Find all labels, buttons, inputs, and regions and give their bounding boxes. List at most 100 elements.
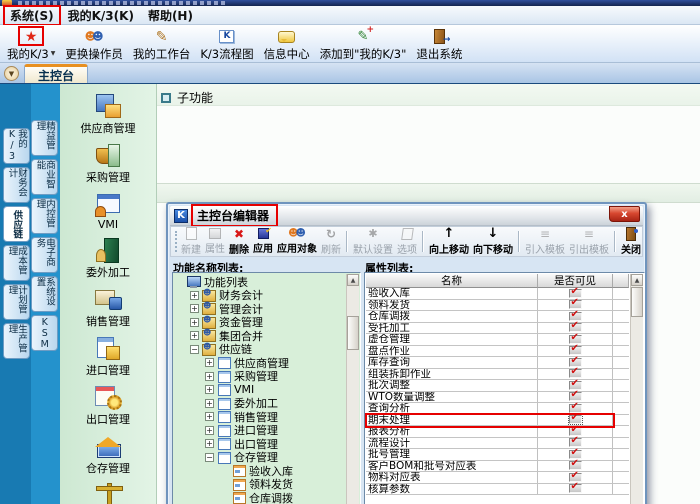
- sidebar-tab[interactable]: 商业智能: [31, 159, 58, 195]
- sidebar-tab[interactable]: 我的K/3: [3, 128, 30, 164]
- tree-expander[interactable]: +: [205, 399, 214, 408]
- dialog-titlebar[interactable]: K 主控台编辑器 x: [170, 206, 643, 226]
- tab-dropdown-button[interactable]: ▼: [4, 66, 19, 81]
- list-row[interactable]: 盘点作业: [366, 346, 629, 358]
- list-cell-extra: [613, 311, 629, 322]
- tree-item[interactable]: + 采购管理: [175, 370, 345, 384]
- sidebar-tab[interactable]: 系统设置: [31, 276, 58, 312]
- menu-item[interactable]: 系统(S): [3, 5, 61, 26]
- tree-expander[interactable]: +: [190, 318, 199, 327]
- dialog-toolbar-button[interactable]: 应用: [251, 228, 275, 255]
- list-row[interactable]: 查询分析: [366, 403, 629, 415]
- tree-expander[interactable]: +: [205, 426, 214, 435]
- tree-expander[interactable]: +: [205, 385, 214, 394]
- scroll-up-button[interactable]: [631, 274, 643, 286]
- list-row[interactable]: 仓库调拨: [366, 311, 629, 323]
- list-row[interactable]: 受托加工: [366, 323, 629, 335]
- tree-item[interactable]: 仓库调拨: [175, 491, 345, 504]
- toolbar-button[interactable]: 我的工作台▼: [128, 28, 196, 62]
- list-row[interactable]: 流程设计: [366, 438, 629, 450]
- visible-checkbox[interactable]: [569, 484, 582, 493]
- list-row[interactable]: 库存查询: [366, 357, 629, 369]
- toolbar-button[interactable]: 更换操作员▼: [60, 28, 128, 62]
- dialog-toolbar-button[interactable]: 向上移动: [427, 228, 471, 255]
- tree-expander[interactable]: +: [190, 304, 199, 313]
- dialog-toolbar-button[interactable]: 属性: [203, 228, 227, 255]
- subfunction-header-band: [157, 84, 700, 106]
- apply-object-icon: [288, 228, 306, 239]
- list-row[interactable]: 组装拆卸作业: [366, 369, 629, 381]
- menu-item[interactable]: 帮助(H): [141, 6, 200, 25]
- column-header-name[interactable]: 名称: [366, 274, 538, 288]
- sidebar-tab[interactable]: KSM: [31, 315, 58, 351]
- sidebar-tab[interactable]: 电子商务: [31, 237, 58, 273]
- list-row[interactable]: 报表分析: [366, 426, 629, 438]
- dialog-toolbar-button[interactable]: 刷新: [319, 228, 343, 255]
- sidebar-tab[interactable]: 内控管理: [31, 198, 58, 234]
- list-row[interactable]: 核算参数: [366, 484, 629, 496]
- module-item[interactable]: 委外加工: [86, 237, 130, 280]
- dialog-toolbar-button[interactable]: 默认设置: [351, 228, 395, 255]
- tree-expander[interactable]: +: [190, 331, 199, 340]
- module-item[interactable]: 销售管理: [86, 286, 130, 329]
- tree-item[interactable]: + 集团合并: [175, 329, 345, 343]
- toolbar-button[interactable]: 我的K/3▼: [2, 28, 60, 62]
- module-item[interactable]: VMI: [94, 191, 122, 231]
- module-item[interactable]: 仓存管理: [86, 433, 130, 476]
- list-vertical-scrollbar[interactable]: [630, 274, 643, 504]
- scroll-thumb[interactable]: [631, 287, 643, 317]
- list-cell-extra: [613, 392, 629, 403]
- sidebar-outer-tabs: 精益管理商业智能内控管理电子商务系统设置 KSM: [31, 120, 58, 351]
- list-row[interactable]: 领料发货: [366, 300, 629, 312]
- list-row[interactable]: WTO数量调整: [366, 392, 629, 404]
- dialog-toolbar-button[interactable]: 引出模板: [567, 228, 611, 255]
- sidebar-tab[interactable]: 计划管理: [3, 284, 30, 320]
- tree-vertical-scrollbar[interactable]: [346, 274, 359, 504]
- dropdown-caret-icon[interactable]: ▼: [51, 50, 56, 57]
- dialog-toolbar-button[interactable]: 应用对象: [275, 228, 319, 255]
- dialog-toolbar-button-label: 引入模板: [525, 241, 565, 256]
- list-row[interactable]: 虚仓管理: [366, 334, 629, 346]
- sidebar-tab[interactable]: 成本管理: [3, 245, 30, 281]
- list-row[interactable]: 客户BOM和批号对应表: [366, 461, 629, 473]
- list-row[interactable]: 物料对应表: [366, 472, 629, 484]
- list-row[interactable]: 批次调整: [366, 380, 629, 392]
- module-item[interactable]: 质量管理: [86, 482, 130, 504]
- sidebar-tab[interactable]: 生产管理: [3, 323, 30, 359]
- dialog-toolbar-button[interactable]: 关闭: [619, 228, 643, 255]
- tab-main-console[interactable]: 主控台: [24, 64, 88, 83]
- tab-row: ▼ 主控台: [0, 63, 700, 84]
- sidebar-tab-label: 生产管理: [7, 324, 26, 358]
- list-row[interactable]: 验收入库: [366, 288, 629, 300]
- sidebar-tab[interactable]: 财务会计: [3, 167, 30, 203]
- tree-expander[interactable]: −: [190, 345, 199, 354]
- scroll-up-button[interactable]: [347, 274, 359, 286]
- tree-indent: [175, 416, 205, 417]
- dialog-toolbar-button[interactable]: 引入模板: [523, 228, 567, 255]
- toolbar-button[interactable]: 添加到"我的K/3"▼: [315, 28, 412, 62]
- tree-expander[interactable]: −: [205, 453, 214, 462]
- list-row[interactable]: 批号管理: [366, 449, 629, 461]
- toolbar-button[interactable]: K/3流程图▼: [195, 28, 258, 62]
- dialog-toolbar-button[interactable]: 向下移动: [471, 228, 515, 255]
- sidebar-tab[interactable]: 精益管理: [31, 120, 58, 156]
- module-item[interactable]: 供应商管理: [81, 93, 136, 136]
- dialog-toolbar-button[interactable]: 新建: [179, 228, 203, 255]
- sidebar-tab[interactable]: 供应链: [3, 206, 30, 242]
- menu-item[interactable]: 我的K/3(K): [61, 6, 141, 25]
- toolbar-button[interactable]: 退出系统▼: [411, 28, 467, 62]
- module-item[interactable]: 出口管理: [86, 384, 130, 427]
- module-item[interactable]: 进口管理: [86, 335, 130, 378]
- tree-expander[interactable]: +: [205, 439, 214, 448]
- tree-expander[interactable]: +: [205, 412, 214, 421]
- dialog-toolbar-button[interactable]: 选项: [395, 228, 419, 255]
- module-item[interactable]: 采购管理: [86, 142, 130, 185]
- dialog-toolbar-button[interactable]: 删除: [227, 228, 251, 255]
- scroll-thumb[interactable]: [347, 316, 359, 350]
- dialog-close-button[interactable]: x: [609, 206, 640, 222]
- tree-expander[interactable]: +: [205, 358, 214, 367]
- list-row[interactable]: 期末处理: [366, 415, 629, 427]
- toolbar-button[interactable]: 信息中心▼: [259, 28, 315, 62]
- tree-expander[interactable]: +: [190, 291, 199, 300]
- tree-expander[interactable]: +: [205, 372, 214, 381]
